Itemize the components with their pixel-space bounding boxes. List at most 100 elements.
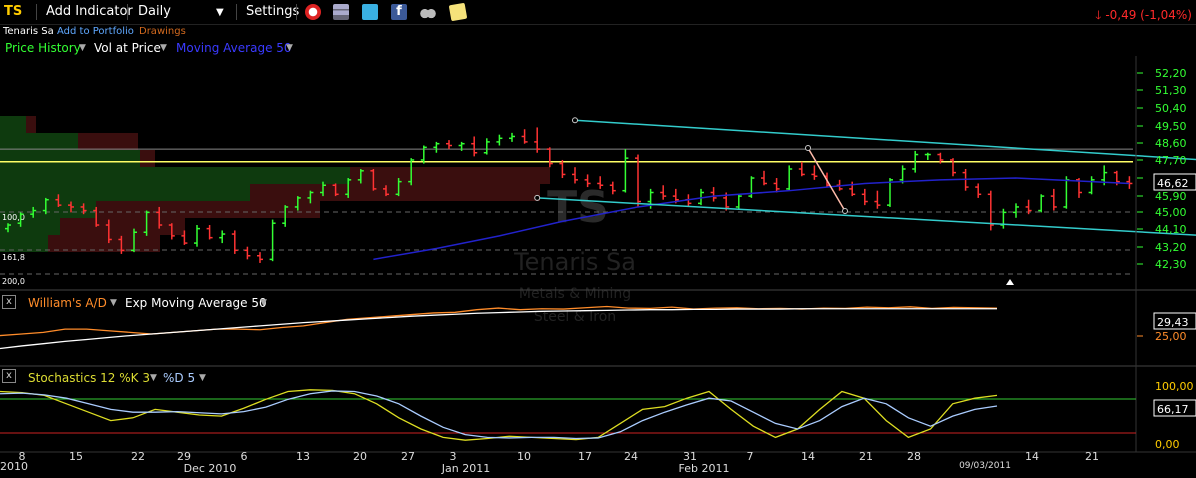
price-bar [1088, 176, 1095, 195]
vap-bar [0, 184, 250, 201]
y-axis-tick-label: 49,50 [1155, 120, 1187, 133]
x-axis-tick-label: 10 [517, 450, 531, 463]
price-bar [257, 252, 263, 263]
price-bar [521, 129, 528, 144]
price-bar [975, 183, 982, 198]
x-axis-tick-label: 17 [578, 450, 592, 463]
y-axis-tick-label: 52,20 [1155, 67, 1187, 80]
x-axis-tick-label: 14 [1025, 450, 1039, 463]
vap-bar [60, 218, 185, 235]
price-bar [748, 176, 755, 198]
trendline-handle[interactable] [572, 117, 578, 124]
vap-bar [0, 235, 48, 252]
vap-bar [0, 167, 350, 184]
y-axis-tick-label: 42,30 [1155, 258, 1187, 271]
vap-bar [250, 184, 540, 201]
price-bar [622, 149, 629, 193]
price-bar [206, 225, 213, 240]
trendline[interactable] [537, 197, 1196, 241]
drawing-handle[interactable] [805, 145, 811, 151]
last-value-box: 46,62 [1153, 173, 1196, 191]
y-axis-tick-label: 47,70 [1155, 154, 1187, 167]
y-axis-tick-label: 0,00 [1155, 438, 1180, 451]
y-axis-tick-label: 51,30 [1155, 84, 1187, 97]
last-value-text: 46,62 [1157, 177, 1189, 190]
price-bar [710, 187, 717, 202]
last-value-text: 29,43 [1157, 316, 1189, 329]
price-bar [244, 246, 251, 260]
watermark-name: Tenaris Sa [513, 248, 636, 276]
price-bar [1013, 203, 1019, 218]
x-axis-tick-label: 13 [296, 450, 310, 463]
x-axis-tick-label: 14 [801, 450, 815, 463]
price-bar [735, 194, 742, 209]
y-axis-tick-label: 100,00 [1155, 380, 1194, 393]
y-axis-tick-label: 43,20 [1155, 241, 1187, 254]
price-bar [811, 165, 818, 180]
fib-label: 200,0 [2, 277, 25, 286]
trendline-handle[interactable] [534, 194, 541, 201]
price-bar [509, 132, 515, 142]
price-bar [899, 165, 906, 184]
price-bar [219, 230, 226, 244]
price-bar [446, 140, 452, 150]
price-bar [924, 152, 931, 160]
vap-bar [0, 150, 140, 167]
y-axis-tick-label: 44,10 [1155, 223, 1187, 236]
vap-bar [96, 201, 320, 218]
price-bar [269, 219, 276, 262]
x-axis-tick-label: 6 [241, 450, 248, 463]
watermark-sector: Metals & Mining [519, 286, 631, 302]
vap-bar [78, 133, 138, 150]
stoch-d-line[interactable] [0, 390, 998, 440]
williams-ad-line[interactable] [0, 305, 998, 337]
price-bar [1038, 194, 1045, 213]
price-bar [559, 159, 566, 179]
trendline[interactable] [574, 119, 1196, 167]
vap-bar [48, 235, 160, 252]
last-value-box: 66,17 [1153, 399, 1196, 417]
drawing-line[interactable] [807, 147, 846, 212]
vap-bar [0, 116, 26, 133]
price-bar [987, 190, 994, 231]
price-bar [761, 170, 767, 186]
x-axis-tick-label: 21 [859, 450, 873, 463]
y-axis-tick-label: 45,90 [1155, 190, 1187, 203]
x-axis-tick-label: Jan 2011 [441, 462, 490, 475]
y-axis-tick-label: 48,60 [1155, 137, 1187, 150]
chart-canvas[interactable]: TS Tenaris Sa Metals & Mining Steel & Ir… [0, 0, 1196, 478]
y-axis-tick-label: 50,40 [1155, 102, 1187, 115]
x-axis-tick-label: 21 [1085, 450, 1099, 463]
x-axis-tick-label: 8 [19, 450, 26, 463]
vap-bar [140, 150, 155, 167]
price-bar [1126, 176, 1133, 189]
price-bar [874, 190, 881, 209]
price-bar [231, 230, 238, 254]
y-axis-tick-label: 25,00 [1155, 330, 1187, 343]
x-axis-tick-label: 24 [624, 450, 638, 463]
price-bar [433, 141, 440, 153]
price-bar [950, 158, 956, 177]
price-bar [786, 165, 793, 191]
volume-at-price [0, 116, 550, 252]
x-axis-tick-label: 22 [131, 450, 145, 463]
price-bar [773, 178, 780, 193]
x-axis-tick-label: 7 [747, 450, 754, 463]
x-axis-tick-label: 20 [353, 450, 367, 463]
x-axis-tick-label: 27 [401, 450, 415, 463]
ema50-line[interactable] [0, 308, 997, 350]
x-axis-tick-label: 15 [69, 450, 83, 463]
price-bar [483, 138, 490, 155]
last-value-text: 66,17 [1157, 403, 1189, 416]
price-bar [194, 225, 200, 247]
price-bar [798, 161, 805, 177]
x-axis-tick-label: 09/03/2011 [959, 461, 1011, 471]
last-value-box: 29,43 [1153, 312, 1196, 330]
price-bar [471, 136, 478, 157]
y-axis-tick-label: 45,00 [1155, 206, 1187, 219]
x-axis-tick-label: Feb 2011 [679, 462, 730, 475]
x-axis-tick-label: 28 [907, 450, 921, 463]
drawing-handle[interactable] [842, 208, 848, 214]
marker-triangle-icon [1006, 279, 1014, 285]
price-bar [861, 188, 868, 206]
